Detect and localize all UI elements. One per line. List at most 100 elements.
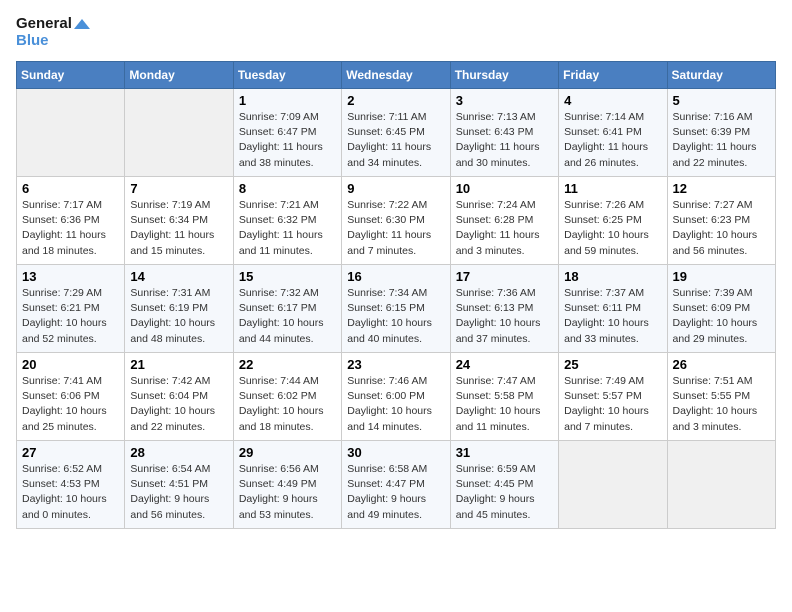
- calendar-day-cell: 18Sunrise: 7:37 AM Sunset: 6:11 PM Dayli…: [559, 265, 667, 353]
- day-number: 2: [347, 93, 444, 108]
- day-detail: Sunrise: 7:51 AM Sunset: 5:55 PM Dayligh…: [673, 374, 770, 435]
- day-detail: Sunrise: 6:54 AM Sunset: 4:51 PM Dayligh…: [130, 462, 227, 523]
- day-detail: Sunrise: 7:26 AM Sunset: 6:25 PM Dayligh…: [564, 198, 661, 259]
- calendar-week-row: 27 Sunrise: 6:52 AM Sunset: 4:53 PM Dayli…: [17, 441, 776, 529]
- calendar-day-cell: [559, 441, 667, 529]
- calendar-day-cell: 22Sunrise: 7:44 AM Sunset: 6:02 PM Dayli…: [233, 353, 341, 441]
- day-number: 5: [673, 93, 770, 108]
- calendar-header-row: SundayMondayTuesdayWednesdayThursdayFrid…: [17, 62, 776, 89]
- day-number: 8: [239, 181, 336, 196]
- calendar-header-cell: Friday: [559, 62, 667, 89]
- calendar-day-cell: 2Sunrise: 7:11 AM Sunset: 6:45 PM Daylig…: [342, 89, 450, 177]
- day-number: 24: [456, 357, 553, 372]
- calendar-day-cell: 25Sunrise: 7:49 AM Sunset: 5:57 PM Dayli…: [559, 353, 667, 441]
- day-number: 21: [130, 357, 227, 372]
- calendar-week-row: 13Sunrise: 7:29 AM Sunset: 6:21 PM Dayli…: [17, 265, 776, 353]
- calendar-day-cell: 9Sunrise: 7:22 AM Sunset: 6:30 PM Daylig…: [342, 177, 450, 265]
- day-number: 11: [564, 181, 661, 196]
- day-number: 16: [347, 269, 444, 284]
- day-detail: Sunrise: 7:13 AM Sunset: 6:43 PM Dayligh…: [456, 110, 553, 171]
- day-number: 30: [347, 445, 444, 460]
- calendar-header-cell: Thursday: [450, 62, 558, 89]
- day-detail: Sunrise: 7:46 AM Sunset: 6:00 PM Dayligh…: [347, 374, 444, 435]
- calendar-day-cell: 23 Sunrise: 7:46 AM Sunset: 6:00 PM Dayli…: [342, 353, 450, 441]
- day-detail: Sunrise: 7:41 AM Sunset: 6:06 PM Dayligh…: [22, 374, 119, 435]
- day-detail: Sunrise: 7:39 AM Sunset: 6:09 PM Dayligh…: [673, 286, 770, 347]
- calendar-day-cell: 5 Sunrise: 7:16 AM Sunset: 6:39 PM Daylig…: [667, 89, 775, 177]
- day-detail: Sunrise: 7:22 AM Sunset: 6:30 PM Dayligh…: [347, 198, 444, 259]
- logo-line1: General: [16, 16, 90, 33]
- day-number: 31: [456, 445, 553, 460]
- day-detail: Sunrise: 7:19 AM Sunset: 6:34 PM Dayligh…: [130, 198, 227, 259]
- calendar-header-cell: Sunday: [17, 62, 125, 89]
- calendar-day-cell: 10Sunrise: 7:24 AM Sunset: 6:28 PM Dayli…: [450, 177, 558, 265]
- day-number: 20: [22, 357, 119, 372]
- calendar-body: 1Sunrise: 7:09 AM Sunset: 6:47 PM Daylig…: [17, 89, 776, 529]
- day-detail: Sunrise: 7:24 AM Sunset: 6:28 PM Dayligh…: [456, 198, 553, 259]
- calendar-day-cell: 28 Sunrise: 6:54 AM Sunset: 4:51 PM Dayli…: [125, 441, 233, 529]
- day-detail: Sunrise: 7:27 AM Sunset: 6:23 PM Dayligh…: [673, 198, 770, 259]
- day-number: 14: [130, 269, 227, 284]
- calendar-day-cell: 12 Sunrise: 7:27 AM Sunset: 6:23 PM Dayli…: [667, 177, 775, 265]
- calendar-table: SundayMondayTuesdayWednesdayThursdayFrid…: [16, 61, 776, 529]
- day-detail: Sunrise: 7:44 AM Sunset: 6:02 PM Dayligh…: [239, 374, 336, 435]
- day-number: 3: [456, 93, 553, 108]
- calendar-day-cell: 16 Sunrise: 7:34 AM Sunset: 6:15 PM Dayli…: [342, 265, 450, 353]
- calendar-day-cell: 17 Sunrise: 7:36 AM Sunset: 6:13 PM Dayli…: [450, 265, 558, 353]
- calendar-day-cell: 21 Sunrise: 7:42 AM Sunset: 6:04 PM Dayli…: [125, 353, 233, 441]
- calendar-day-cell: 19 Sunrise: 7:39 AM Sunset: 6:09 PM Dayli…: [667, 265, 775, 353]
- calendar-day-cell: 6Sunrise: 7:17 AM Sunset: 6:36 PM Daylig…: [17, 177, 125, 265]
- day-detail: Sunrise: 6:56 AM Sunset: 4:49 PM Dayligh…: [239, 462, 336, 523]
- day-number: 25: [564, 357, 661, 372]
- calendar-week-row: 1Sunrise: 7:09 AM Sunset: 6:47 PM Daylig…: [17, 89, 776, 177]
- calendar-day-cell: 26Sunrise: 7:51 AM Sunset: 5:55 PM Dayli…: [667, 353, 775, 441]
- calendar-header-cell: Monday: [125, 62, 233, 89]
- calendar-day-cell: 1Sunrise: 7:09 AM Sunset: 6:47 PM Daylig…: [233, 89, 341, 177]
- day-number: 12: [673, 181, 770, 196]
- day-detail: Sunrise: 6:59 AM Sunset: 4:45 PM Dayligh…: [456, 462, 553, 523]
- logo-graphic: General Blue: [16, 16, 90, 49]
- calendar-day-cell: 14 Sunrise: 7:31 AM Sunset: 6:19 PM Dayli…: [125, 265, 233, 353]
- day-number: 7: [130, 181, 227, 196]
- calendar-day-cell: 13Sunrise: 7:29 AM Sunset: 6:21 PM Dayli…: [17, 265, 125, 353]
- calendar-day-cell: [667, 441, 775, 529]
- day-number: 28: [130, 445, 227, 460]
- calendar-header-cell: Saturday: [667, 62, 775, 89]
- calendar-day-cell: 30 Sunrise: 6:58 AM Sunset: 4:47 PM Dayli…: [342, 441, 450, 529]
- page-header: General Blue: [16, 16, 776, 49]
- day-detail: Sunrise: 7:32 AM Sunset: 6:17 PM Dayligh…: [239, 286, 336, 347]
- logo-line2: Blue: [16, 33, 90, 50]
- calendar-day-cell: 20 Sunrise: 7:41 AM Sunset: 6:06 PM Dayli…: [17, 353, 125, 441]
- day-detail: Sunrise: 7:42 AM Sunset: 6:04 PM Dayligh…: [130, 374, 227, 435]
- day-number: 19: [673, 269, 770, 284]
- calendar-day-cell: 8Sunrise: 7:21 AM Sunset: 6:32 PM Daylig…: [233, 177, 341, 265]
- day-detail: Sunrise: 7:34 AM Sunset: 6:15 PM Dayligh…: [347, 286, 444, 347]
- day-detail: Sunrise: 7:31 AM Sunset: 6:19 PM Dayligh…: [130, 286, 227, 347]
- calendar-day-cell: 31 Sunrise: 6:59 AM Sunset: 4:45 PM Dayli…: [450, 441, 558, 529]
- day-detail: Sunrise: 6:52 AM Sunset: 4:53 PM Dayligh…: [22, 462, 119, 523]
- calendar-day-cell: 24 Sunrise: 7:47 AM Sunset: 5:58 PM Dayli…: [450, 353, 558, 441]
- calendar-day-cell: [125, 89, 233, 177]
- day-number: 17: [456, 269, 553, 284]
- day-detail: Sunrise: 7:37 AM Sunset: 6:11 PM Dayligh…: [564, 286, 661, 347]
- day-detail: Sunrise: 7:29 AM Sunset: 6:21 PM Dayligh…: [22, 286, 119, 347]
- calendar-week-row: 6Sunrise: 7:17 AM Sunset: 6:36 PM Daylig…: [17, 177, 776, 265]
- day-detail: Sunrise: 6:58 AM Sunset: 4:47 PM Dayligh…: [347, 462, 444, 523]
- day-number: 29: [239, 445, 336, 460]
- day-detail: Sunrise: 7:36 AM Sunset: 6:13 PM Dayligh…: [456, 286, 553, 347]
- calendar-header-cell: Wednesday: [342, 62, 450, 89]
- day-number: 23: [347, 357, 444, 372]
- day-detail: Sunrise: 7:17 AM Sunset: 6:36 PM Dayligh…: [22, 198, 119, 259]
- calendar-header-cell: Tuesday: [233, 62, 341, 89]
- calendar-day-cell: 29 Sunrise: 6:56 AM Sunset: 4:49 PM Dayli…: [233, 441, 341, 529]
- calendar-day-cell: 7 Sunrise: 7:19 AM Sunset: 6:34 PM Daylig…: [125, 177, 233, 265]
- day-detail: Sunrise: 7:14 AM Sunset: 6:41 PM Dayligh…: [564, 110, 661, 171]
- calendar-week-row: 20 Sunrise: 7:41 AM Sunset: 6:06 PM Dayli…: [17, 353, 776, 441]
- day-number: 27: [22, 445, 119, 460]
- day-detail: Sunrise: 7:16 AM Sunset: 6:39 PM Dayligh…: [673, 110, 770, 171]
- day-number: 15: [239, 269, 336, 284]
- calendar-day-cell: [17, 89, 125, 177]
- calendar-day-cell: 11 Sunrise: 7:26 AM Sunset: 6:25 PM Dayli…: [559, 177, 667, 265]
- day-detail: Sunrise: 7:47 AM Sunset: 5:58 PM Dayligh…: [456, 374, 553, 435]
- calendar-day-cell: 27 Sunrise: 6:52 AM Sunset: 4:53 PM Dayli…: [17, 441, 125, 529]
